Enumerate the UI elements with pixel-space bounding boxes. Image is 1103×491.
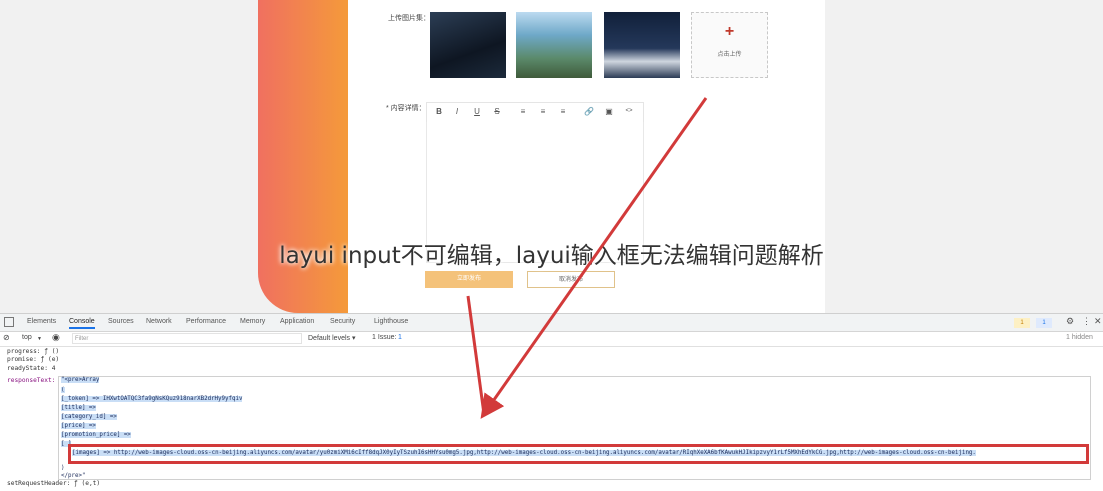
- arrow-line-2: [466, 295, 486, 415]
- arrow-line-1: [480, 97, 708, 419]
- annotation-arrows: [466, 97, 708, 419]
